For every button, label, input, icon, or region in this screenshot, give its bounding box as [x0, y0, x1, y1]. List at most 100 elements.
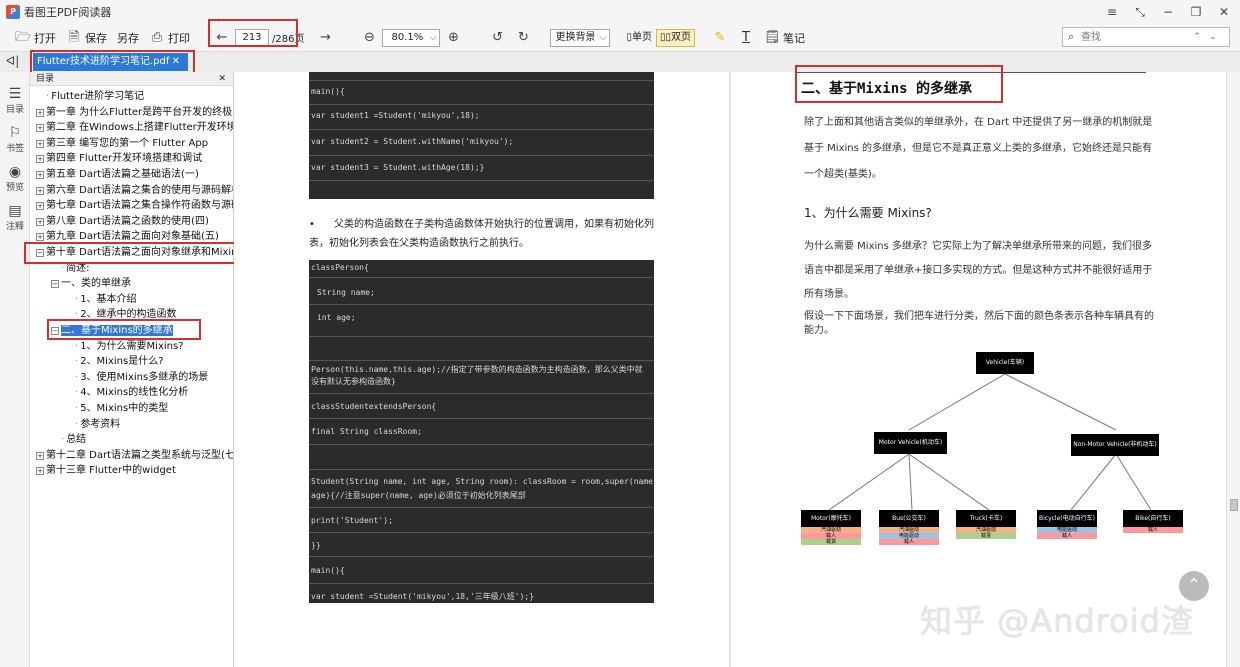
toc-item[interactable]: + 第四章 Flutter开发环境搭建和调试 [36, 151, 202, 166]
toc-item[interactable]: + 第六章 Dart语法篇之集合的使用与源码解析( [36, 183, 233, 198]
toc-item-label: 第十二章 Dart语法篇之类型系统与泛型(七) [46, 449, 234, 461]
rail-annotations[interactable]: ▤ 注释 [0, 203, 30, 232]
arrow-right-icon: → [320, 29, 331, 45]
maximize-button[interactable]: ❐ [1186, 3, 1206, 21]
toc-item[interactable]: + 第五章 Dart语法篇之基础语法(一) [36, 167, 199, 182]
zoom-in-button[interactable]: ⊕ [440, 26, 466, 50]
text-color-button[interactable]: T [733, 26, 759, 50]
zoom-select[interactable]: 80.1% ⌵ [382, 28, 441, 47]
close-window-button[interactable]: ✕ [1214, 3, 1234, 21]
search-input[interactable] [1079, 29, 1189, 45]
expand-icon[interactable]: + [36, 467, 44, 476]
expand-icon[interactable]: + [36, 124, 44, 133]
search-prev-icon[interactable]: ⌃ [1189, 32, 1205, 42]
toc-item[interactable]: + 第七章 Dart语法篇之集合操作符函数与源码分 [36, 198, 233, 213]
scrollbar-thumb[interactable] [1230, 499, 1238, 511]
search-icon: ⌕ [1067, 30, 1075, 43]
expand-icon[interactable]: + [36, 139, 44, 148]
toc-item[interactable]: · 1、基本介绍 [75, 292, 137, 307]
code-line: print('Student'); [311, 516, 393, 525]
toc-icon: ☰ [8, 86, 22, 102]
expand-icon[interactable]: + [36, 155, 44, 164]
non-motor-vehicle-node: Non-Motor Vehicle(非机动车) [1071, 434, 1159, 456]
expand-icon[interactable]: + [36, 186, 44, 195]
single-page-button[interactable]: ▯单页 [622, 29, 656, 47]
rotate-left-button[interactable]: ↺ [484, 26, 510, 50]
code-line: }} [311, 541, 321, 550]
toc-item[interactable]: · 2、Mixins是什么? [75, 354, 164, 369]
double-page-button[interactable]: ▯▯双页 [655, 28, 695, 47]
tree-connector: · [75, 356, 79, 368]
tree-connector: · [75, 340, 79, 352]
toc-item[interactable]: · Flutter进阶学习笔记 [46, 89, 144, 104]
tree-connector: · [75, 418, 79, 430]
expand-icon[interactable]: + [36, 202, 44, 211]
code-block-2: classPerson{ String name; int age; Perso… [309, 260, 658, 603]
code-line: String name; [317, 288, 375, 297]
search-next-icon[interactable]: ⌄ [1205, 32, 1221, 42]
rail-toc[interactable]: ☰ 目录 [0, 86, 30, 115]
save-button[interactable]: 🗎 保存 [61, 26, 112, 50]
why-mixins-paragraph: 为什么需要 Mixins 多继承？它实际上为了解决单继承所带来的问题，我们很多语… [804, 241, 1153, 300]
rail-annotations-label: 注释 [5, 222, 24, 232]
document-area: main(){ var student1 =Student('mikyou',1… [234, 72, 1240, 667]
expand-icon[interactable]: + [36, 451, 44, 460]
toc-item[interactable]: · 4、Mixins的线性化分析 [75, 385, 188, 400]
toc-item[interactable]: + 第一章 为什么Flutter是跨平台开发的终极之选 [36, 105, 233, 120]
bullet-text: 父类的构造函数在子类构造函数体开始执行的位置调用，如果有初始化列表，初始化列表会… [309, 219, 654, 249]
node-label: Vehicle(车辆) [985, 359, 1025, 366]
toc-item[interactable]: + 第三章 编写您的第一个 Flutter App [36, 136, 208, 151]
vertical-scrollbar[interactable] [1226, 72, 1240, 667]
node-label: Bicycle(电动自行车) [1039, 515, 1095, 522]
zoom-out-button[interactable]: ⊖ [356, 26, 382, 50]
toc-item[interactable]: · 总结 [61, 432, 86, 447]
background-select[interactable]: 更换背景 ⌵ [550, 28, 611, 47]
rail-bookmarks-label: 书签 [5, 144, 24, 154]
tree-connector: · [61, 434, 65, 446]
toc-item[interactable]: · 3、使用Mixins多继承的场景 [75, 370, 208, 385]
note-icon: 🗒 [764, 29, 781, 45]
toc-item[interactable]: − 一、类的单继承 [51, 276, 131, 291]
toc-item[interactable]: · 1、为什么需要Mixins? [75, 339, 184, 354]
toc-item[interactable]: + 第十三章 Flutter中的widget [36, 463, 176, 478]
folder-icon: 🗁 [15, 29, 32, 45]
chapter-ten-highlight [24, 242, 256, 264]
open-button[interactable]: 🗁 打开 [10, 26, 61, 50]
rail-bookmarks[interactable]: ⚐ 书签 [0, 125, 30, 154]
notes-button[interactable]: 🗒 笔记 [759, 26, 810, 50]
bullet-dot: • [309, 219, 334, 230]
toc-item[interactable]: + 第十二章 Dart语法篇之类型系统与泛型(七) [36, 448, 234, 463]
fullscreen-icon[interactable]: ⤡ [1130, 3, 1150, 21]
save-as-label: 另存 [117, 31, 139, 45]
print-label: 打印 [168, 31, 190, 45]
code-line: final String classRoom; [311, 427, 422, 436]
eye-icon: ◉ [8, 164, 22, 180]
expand-icon[interactable]: + [36, 217, 44, 226]
minimize-button[interactable]: − [1158, 3, 1178, 21]
toc-item[interactable]: + 第八章 Dart语法篇之函数的使用(四) [36, 214, 209, 229]
highlight-button[interactable]: ✎ [707, 26, 733, 50]
save-as-button[interactable]: 另存 [112, 26, 144, 50]
rotate-right-button[interactable]: ↻ [510, 26, 536, 50]
right-page: 二、基于Mixins 的多继承 除了上面和其他语言类似的单继承外，在 Dart … [731, 72, 1226, 667]
close-toc-icon[interactable]: ✕ [218, 72, 226, 86]
collapse-sidebar-icon[interactable]: ᐊ| [6, 54, 19, 68]
capability-chip: 载货 [956, 533, 1016, 539]
toc-item-label: 参考资料 [80, 418, 121, 430]
toc-item[interactable]: · 参考资料 [75, 417, 120, 432]
print-button[interactable]: ⎙ 打印 [144, 26, 195, 50]
next-page-button[interactable]: → [312, 26, 338, 50]
collapse-icon[interactable]: − [51, 280, 59, 289]
vehicle-leaf-node: Truck(卡车) 汽油驱动 载货 [956, 510, 1016, 539]
capability-chip: 载人 [1037, 533, 1097, 539]
capability-chip: 载货 [801, 539, 861, 545]
expand-icon[interactable]: + [36, 233, 44, 242]
rail-preview[interactable]: ◉ 预览 [0, 164, 30, 193]
toc-item[interactable]: · 5、Mixins中的类型 [75, 401, 168, 416]
single-page-label: 单页 [631, 31, 652, 43]
menu-icon[interactable]: ≡ [1102, 3, 1122, 21]
toc-item[interactable]: + 第二章 在Windows上搭建Flutter开发环境 [36, 120, 233, 135]
expand-icon[interactable]: + [36, 108, 44, 117]
expand-icon[interactable]: + [36, 171, 44, 179]
node-label: Bike(自行车) [1135, 515, 1171, 522]
